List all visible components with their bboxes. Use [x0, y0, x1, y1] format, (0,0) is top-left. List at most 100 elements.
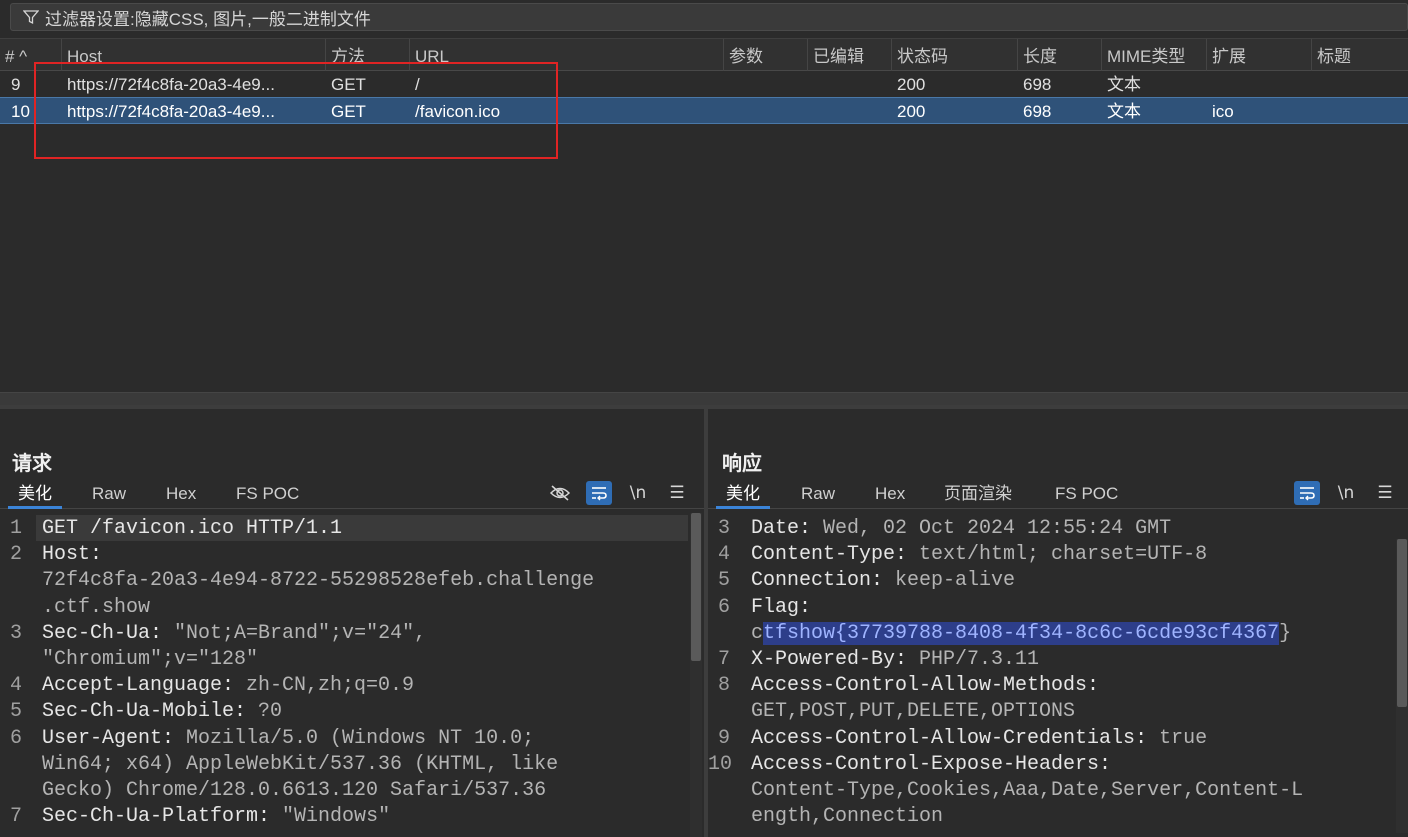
wrap-icon[interactable] [1294, 481, 1320, 505]
request-tab-hex[interactable]: Hex [156, 479, 206, 509]
line-number: 4 [717, 543, 730, 567]
line-number: 5 [717, 569, 730, 593]
code-segment: PHP/7.3.11 [907, 648, 1040, 671]
column-header-mime[interactable]: MIME类型 [1102, 39, 1207, 71]
code-segment: Access-Control-Expose-Headers: [751, 752, 1112, 776]
code-line: Host: [42, 543, 102, 566]
menu-icon[interactable]: ☰ [1372, 481, 1398, 505]
code-segment: Sec-Ch-Ua: [42, 621, 163, 645]
newline-icon[interactable]: \n [625, 481, 651, 505]
code-segment: "Not;A=Brand";v="24", [162, 621, 427, 645]
line-number: 9 [717, 726, 730, 750]
code-segment: Mozilla/5.0 (Windows NT 10.0; [174, 726, 535, 750]
response-tab-fspoc[interactable]: FS POC [1045, 479, 1128, 509]
line-number: 2 [9, 543, 22, 567]
request-title: 请求 [12, 453, 52, 475]
request-panel: 请求 美化 Raw Hex FS POC \n ☰ 1 GET /favicon.… [0, 409, 704, 837]
table-row[interactable]: 9 https://72f4c8fa-20a3-4e9... GET / 200… [0, 71, 1408, 98]
column-header-status[interactable]: 状态码 [892, 39, 1018, 71]
column-header-params[interactable]: 参数 [724, 39, 808, 71]
code-segment: Gecko) Chrome/128.0.6613.120 Safari/537.… [42, 779, 547, 802]
code-segment: "Chromium";v="128" [42, 648, 259, 671]
code-line: 72f4c8fa-20a3-4e94-8722-55298528efeb.cha… [42, 569, 594, 592]
code-segment: Access-Control-Allow-Methods: [751, 674, 1100, 698]
code-line: Sec-Ch-Ua-Platform: "Windows" [42, 805, 390, 828]
filter-icon [23, 10, 39, 25]
code-segment: Win64; x64) AppleWebKit/537.36 (KHTML, l… [42, 752, 559, 776]
line-number: 6 [717, 595, 730, 619]
code-segment: Host: [42, 543, 103, 567]
request-tab-raw[interactable]: Raw [82, 479, 136, 509]
cell-extension [1207, 71, 1312, 98]
line-number: 6 [9, 726, 22, 750]
code-segment: "Windows" [270, 805, 391, 829]
code-segment: GET /favicon.ico HTTP/1.1 [42, 517, 343, 540]
code-line: ctfshow{37739788-8408-4f34-8c6c-6cde93cf… [751, 621, 1291, 645]
column-header-url[interactable]: URL [410, 39, 724, 71]
request-editor[interactable]: 1 GET /favicon.ico HTTP/1.1 2 Host: 72f4c8fa… [0, 513, 704, 837]
code-segment: User-Agent: [42, 726, 175, 750]
cell-method: GET [331, 75, 366, 94]
table-row-selected[interactable]: 10 https://72f4c8fa-20a3-4e9... GET /fav… [0, 97, 1408, 124]
code-segment: Access-Control-Allow-Credentials: [751, 726, 1148, 750]
code-line: User-Agent: Mozilla/5.0 (Windows NT 10.0… [42, 727, 534, 750]
code-line: Win64; x64) AppleWebKit/537.36 (KHTML, l… [42, 753, 558, 776]
code-segment: ength,Connection [751, 805, 944, 829]
column-header-title[interactable]: 标题 [1312, 39, 1408, 71]
code-line: Content-Type: text/html; charset=UTF-8 [751, 543, 1207, 566]
response-tab-render[interactable]: 页面渲染 [934, 479, 1022, 509]
code-segment: keep-alive [883, 569, 1016, 593]
code-line: Connection: keep-alive [751, 569, 1015, 592]
response-scrollbar[interactable] [1396, 539, 1408, 833]
code-line: Accept-Language: zh-CN,zh;q=0.9 [42, 674, 414, 697]
code-line: GET /favicon.ico HTTP/1.1 [42, 517, 342, 540]
cell-extension: ico [1212, 102, 1234, 121]
menu-icon[interactable]: ☰ [664, 481, 690, 505]
column-header-host[interactable]: Host [62, 39, 326, 71]
code-line: Gecko) Chrome/128.0.6613.120 Safari/537.… [42, 779, 546, 802]
hide-icon[interactable] [547, 481, 573, 505]
code-line: Content-Type,Cookies,Aaa,Date,Server,Con… [751, 779, 1303, 802]
cell-url: /favicon.ico [415, 102, 501, 121]
http-history-table: # ^ Host 方法 URL 参数 已编辑 状态码 长度 MIME类型 扩展 … [0, 38, 1408, 406]
response-tab-hex[interactable]: Hex [865, 479, 915, 509]
response-editor[interactable]: 3 Date: Wed, 02 Oct 2024 12:55:24 GMT 4 Con… [708, 513, 1408, 837]
line-number: 3 [717, 517, 730, 540]
response-panel: 响应 美化 Raw Hex 页面渲染 FS POC \n ☰ 3 Date: We… [708, 409, 1408, 837]
cell-host: https://72f4c8fa-20a3-4e9... [67, 102, 275, 121]
cell-mime: 文本 [1107, 102, 1141, 121]
code-segment: X-Powered-By: [751, 648, 908, 671]
code-segment: Flag: [751, 595, 812, 619]
cell-status: 200 [897, 102, 926, 121]
code-line: Access-Control-Allow-Methods: [751, 674, 1099, 697]
newline-icon[interactable]: \n [1333, 481, 1359, 505]
wrap-icon[interactable] [586, 481, 612, 505]
code-line: Access-Control-Expose-Headers: [751, 753, 1111, 776]
code-line: X-Powered-By: PHP/7.3.11 [751, 648, 1039, 671]
request-tab-fspoc[interactable]: FS POC [226, 479, 309, 509]
code-line: Sec-Ch-Ua-Mobile: ?0 [42, 700, 282, 723]
column-header-num[interactable]: # ^ [0, 39, 62, 71]
code-segment: Accept-Language: [42, 674, 235, 698]
response-tab-raw[interactable]: Raw [791, 479, 845, 509]
filter-settings-button[interactable]: 过滤器设置:隐藏CSS, 图片,一般二进制文件 [10, 3, 1408, 31]
column-header-length[interactable]: 长度 [1018, 39, 1102, 71]
column-header-extension[interactable]: 扩展 [1207, 39, 1312, 71]
code-line: Access-Control-Allow-Credentials: true [751, 727, 1207, 750]
code-segment: ?0 [246, 700, 283, 724]
line-number: 5 [9, 700, 22, 724]
code-segment: Connection: [751, 569, 884, 593]
cell-num: 10 [11, 102, 30, 121]
table-horizontal-scrollbar[interactable] [0, 392, 1408, 406]
request-scrollbar[interactable] [690, 513, 702, 837]
filter-text: 过滤器设置:隐藏CSS, 图片,一般二进制文件 [45, 9, 371, 29]
column-header-method[interactable]: 方法 [326, 39, 410, 71]
code-segment: Content-Type,Cookies,Aaa,Date,Server,Con… [751, 779, 1304, 802]
line-number: 7 [9, 805, 22, 829]
cell-status: 200 [897, 75, 926, 94]
column-header-edited[interactable]: 已编辑 [808, 39, 892, 71]
request-tab-pretty[interactable]: 美化 [8, 479, 62, 509]
flag-selection: tfshow{37739788-8408-4f34-8c6c-6cde93cf4… [763, 621, 1280, 645]
response-tab-pretty[interactable]: 美化 [716, 479, 770, 509]
code-line: ength,Connection [751, 805, 943, 828]
